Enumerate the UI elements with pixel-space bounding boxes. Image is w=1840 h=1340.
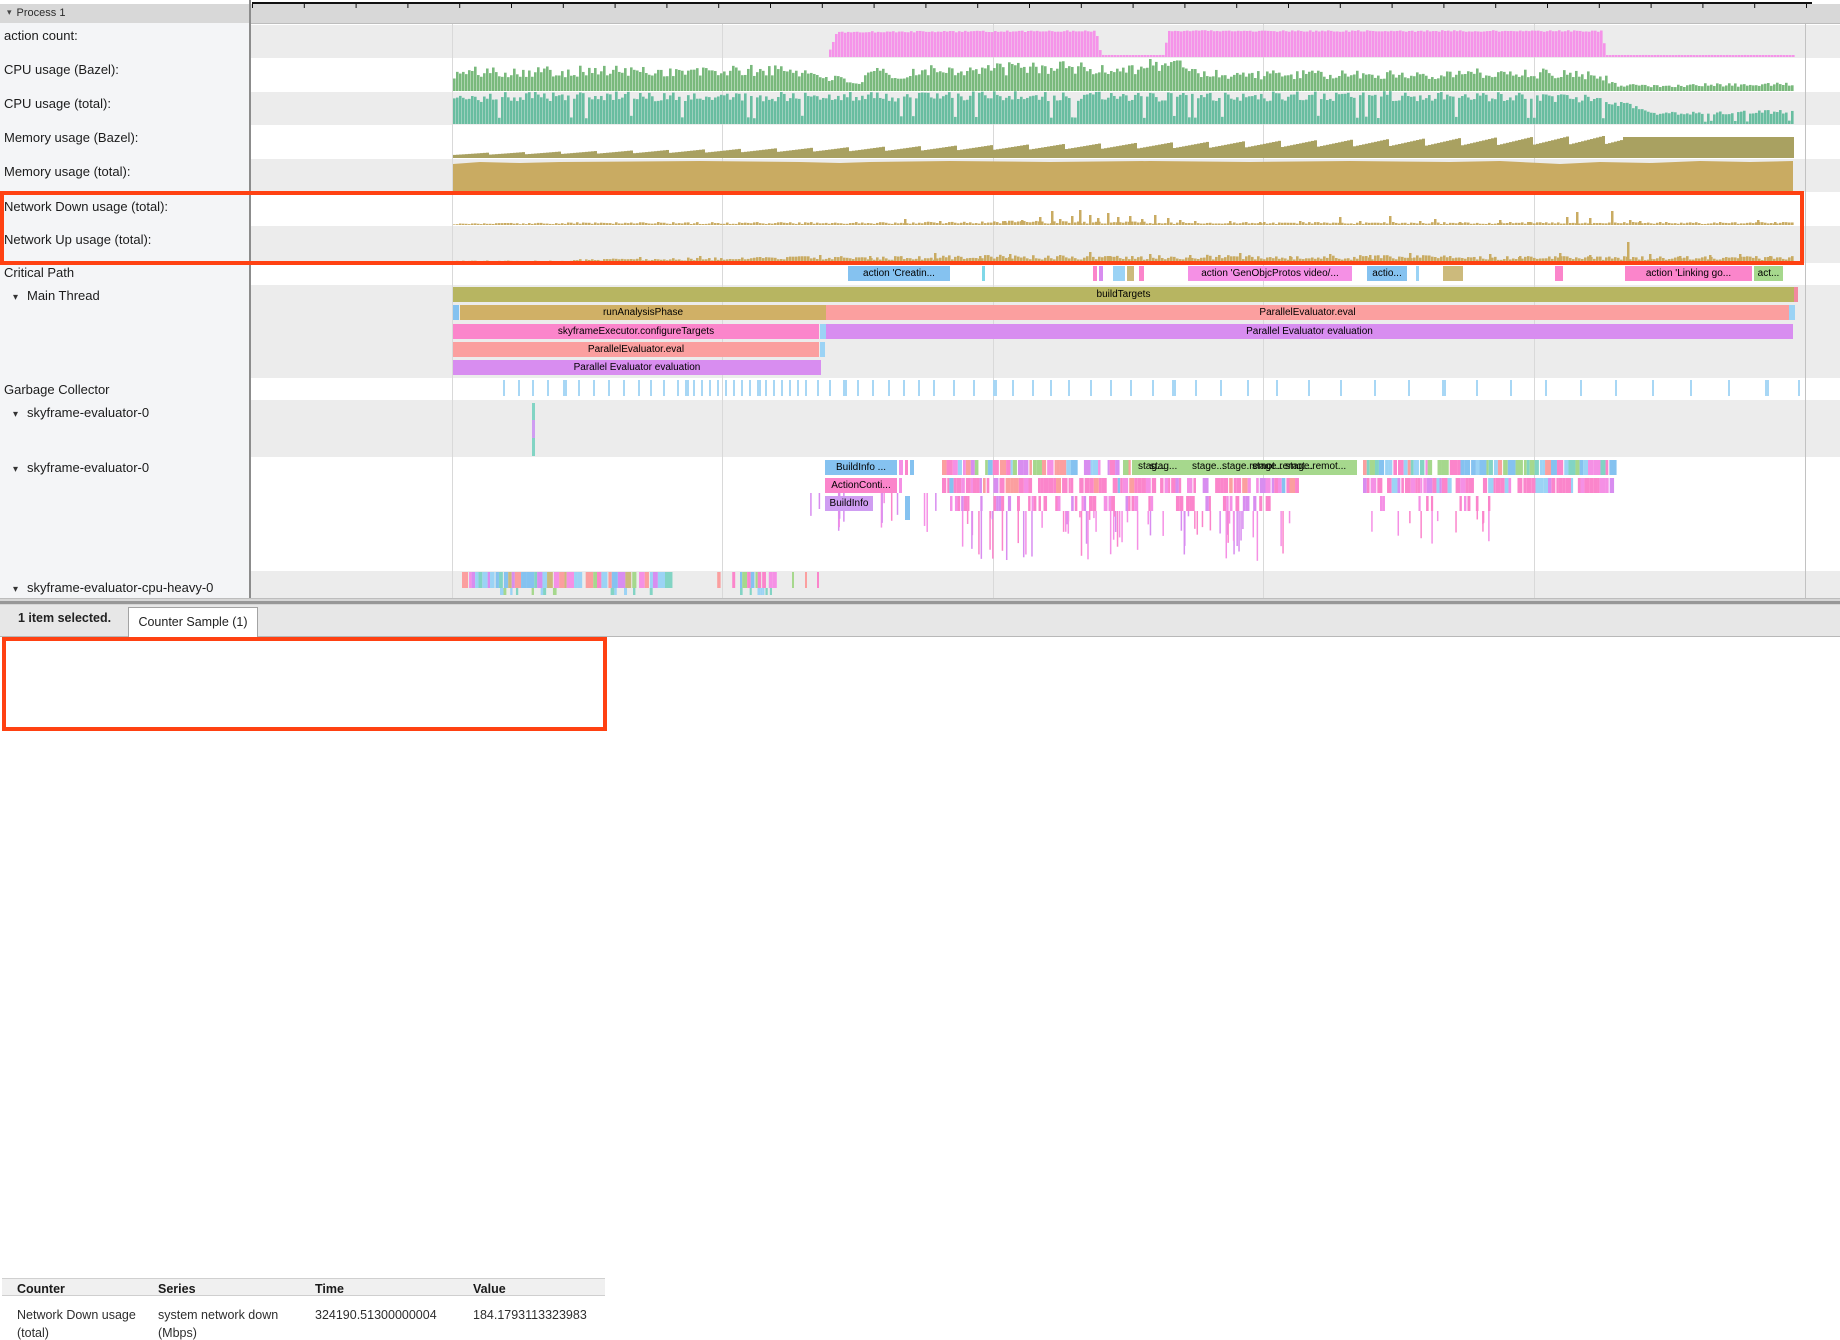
- trace-profiler-app: ▾Process 1 action count:CPU usage (Bazel…: [0, 0, 1840, 742]
- tab-counter-sample[interactable]: Counter Sample (1): [128, 607, 258, 638]
- trace-event-sliver[interactable]: [910, 460, 914, 475]
- trace-event[interactable]: skyframeExecutor.configureTargets: [453, 324, 819, 339]
- trace-event-sliver[interactable]: [817, 572, 819, 588]
- trace-event-sliver[interactable]: [1443, 266, 1463, 281]
- trace-event[interactable]: BuildInfo ...: [825, 460, 897, 475]
- trace-event[interactable]: action 'Linking go...: [1625, 266, 1752, 281]
- trace-event-sliver[interactable]: [1099, 266, 1103, 281]
- trace-event-sliver[interactable]: [532, 420, 535, 438]
- trace-event-sliver[interactable]: [792, 572, 794, 588]
- trace-event-sliver[interactable]: [1789, 305, 1795, 320]
- selection-status: 1 item selected.: [18, 611, 111, 625]
- right-edge-divider: [1805, 24, 1806, 598]
- annotation-box-counter-table: [2, 637, 607, 731]
- cell-counter-line2: (total): [17, 1326, 49, 1340]
- trace-view[interactable]: ▾Process 1 action count:CPU usage (Bazel…: [0, 0, 1840, 598]
- splitter-handle[interactable]: [0, 601, 1840, 604]
- trace-event[interactable]: runAnalysisPhase: [460, 305, 826, 320]
- col-header-time: Time: [315, 1282, 344, 1296]
- col-header-value: Value: [473, 1282, 506, 1296]
- cell-series-line1: system network down: [158, 1308, 278, 1322]
- trace-event-sliver[interactable]: [805, 572, 807, 588]
- col-header-counter: Counter: [17, 1282, 65, 1296]
- detail-tab-bar: [0, 604, 1840, 637]
- cell-counter-line1: Network Down usage: [17, 1308, 136, 1322]
- trace-event-sliver[interactable]: [1555, 266, 1563, 281]
- trace-event[interactable]: action 'Creatin...: [848, 266, 950, 281]
- panel-splitter[interactable]: [0, 598, 1840, 605]
- trace-event[interactable]: act...: [1754, 266, 1783, 281]
- table-header-band: [2, 1278, 605, 1296]
- trace-event-sliver[interactable]: [982, 266, 985, 281]
- trace-event[interactable]: BuildInfo: [825, 496, 873, 511]
- trace-event[interactable]: Parallel Evaluator evaluation: [453, 360, 821, 375]
- trace-event-sliver[interactable]: [899, 460, 903, 475]
- trace-event-label: stag...: [1150, 461, 1177, 472]
- trace-event-sliver[interactable]: [1794, 287, 1798, 302]
- trace-event-sliver[interactable]: [1113, 266, 1125, 281]
- trace-event[interactable]: action 'GenObjcProtos video/...: [1188, 266, 1352, 281]
- trace-event[interactable]: ParallelEvaluator.eval: [826, 305, 1789, 320]
- trace-event-sliver[interactable]: [899, 478, 902, 493]
- trace-event-sliver[interactable]: [820, 342, 825, 357]
- annotation-box-network-rows: [0, 191, 1804, 265]
- trace-event-sliver[interactable]: [905, 460, 908, 475]
- trace-event-sliver[interactable]: [1416, 266, 1419, 281]
- trace-event-label: stage.remot...: [1285, 461, 1346, 472]
- trace-event[interactable]: ActionConti...: [825, 478, 897, 493]
- trace-event-sliver[interactable]: [1093, 266, 1097, 281]
- trace-event-sliver[interactable]: [1139, 266, 1144, 281]
- col-header-series: Series: [158, 1282, 196, 1296]
- trace-event-sliver[interactable]: [453, 305, 459, 320]
- trace-event-sliver[interactable]: [1127, 266, 1134, 281]
- cell-value: 184.1793113323983: [473, 1308, 587, 1322]
- cell-time: 324190.51300000004: [315, 1308, 437, 1322]
- trace-event[interactable]: actio...: [1367, 266, 1407, 281]
- trace-event[interactable]: ParallelEvaluator.eval: [453, 342, 819, 357]
- trace-event[interactable]: buildTargets: [453, 287, 1794, 302]
- trace-event-label: stage...: [1192, 461, 1225, 472]
- trace-event[interactable]: Parallel Evaluator evaluation: [826, 324, 1793, 339]
- cell-series-line2: (Mbps): [158, 1326, 197, 1340]
- trace-event-sliver[interactable]: [905, 496, 910, 520]
- sidebar-divider[interactable]: [249, 0, 251, 598]
